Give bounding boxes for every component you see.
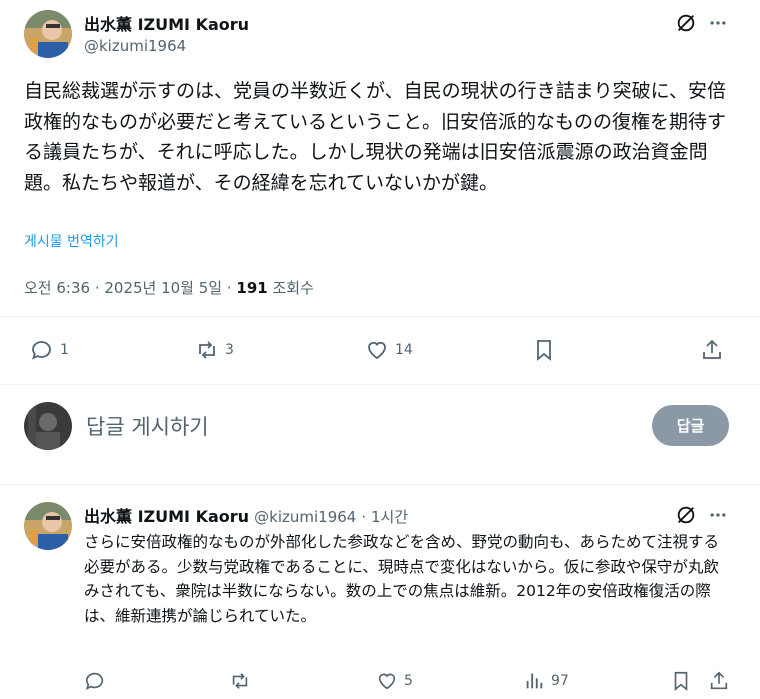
author-handle[interactable]: @kizumi1964 (254, 508, 356, 526)
like-icon (378, 673, 396, 690)
reply-header: 出水薫 IZUMI Kaoru @kizumi1964 · 1시간 (84, 503, 408, 527)
reply-button[interactable]: 1 (30, 338, 69, 362)
views-icon (526, 673, 543, 689)
author-avatar[interactable] (24, 10, 72, 58)
share-icon (710, 671, 728, 690)
more-icon[interactable] (706, 11, 730, 35)
bookmark-icon (674, 671, 688, 692)
views-button[interactable]: 97 (523, 670, 569, 692)
views-count: 191 (236, 279, 268, 297)
reply-icon (85, 672, 104, 690)
author-avatar[interactable] (24, 502, 72, 550)
bookmark-button[interactable] (532, 338, 556, 362)
like-button[interactable]: 5 (376, 670, 413, 692)
post-text: 自民総裁選が示すのは、党員の半数近くが、自民の現状の行き詰まり突破に、安倍政権的… (24, 80, 727, 194)
repost-button[interactable]: 3 (195, 338, 234, 362)
repost-icon (232, 673, 248, 689)
reply-button[interactable] (84, 670, 112, 692)
repost-icon (199, 341, 215, 359)
reply-submit-button[interactable]: 답글 (652, 405, 729, 446)
reply-input[interactable]: 답글 게시하기 (86, 411, 626, 441)
like-icon (368, 341, 386, 360)
more-icon[interactable] (706, 503, 730, 527)
post-timestamp[interactable]: 오전 6:36 · 2025년 10월 5일 · (24, 279, 236, 297)
post-timestamp[interactable]: · 1시간 (361, 508, 408, 526)
grok-icon[interactable] (674, 503, 698, 527)
grok-icon[interactable] (674, 11, 698, 35)
reply-text: さらに安倍政権的なものが外部化した参政などを含め、野党の動向も、あらためて注視す… (84, 533, 720, 625)
divider (0, 384, 760, 385)
like-button[interactable]: 14 (365, 338, 413, 362)
translate-link[interactable]: 게시물 번역하기 (24, 231, 119, 251)
views-label: 조회수 (267, 279, 314, 297)
divider (0, 484, 760, 485)
post-meta: 오전 6:36 · 2025년 10월 5일 · 191 조회수 (24, 277, 314, 298)
author-name[interactable]: 出水薫 IZUMI Kaoru (84, 507, 249, 526)
share-button[interactable] (708, 670, 730, 692)
bookmark-icon (537, 340, 551, 361)
repost-button[interactable] (229, 670, 257, 692)
reply-icon (32, 341, 51, 360)
reply-count: 1 (60, 342, 69, 358)
bookmark-button[interactable] (670, 670, 692, 692)
author-name[interactable]: 出水薫 IZUMI Kaoru (84, 11, 249, 35)
like-count: 5 (404, 673, 413, 689)
like-count: 14 (395, 342, 413, 358)
repost-count: 3 (225, 342, 234, 358)
views-count: 97 (551, 673, 569, 689)
divider (0, 316, 760, 317)
share-button[interactable] (700, 338, 724, 362)
share-icon (703, 339, 721, 359)
author-handle[interactable]: @kizumi1964 (84, 37, 186, 55)
user-avatar[interactable] (24, 402, 72, 450)
